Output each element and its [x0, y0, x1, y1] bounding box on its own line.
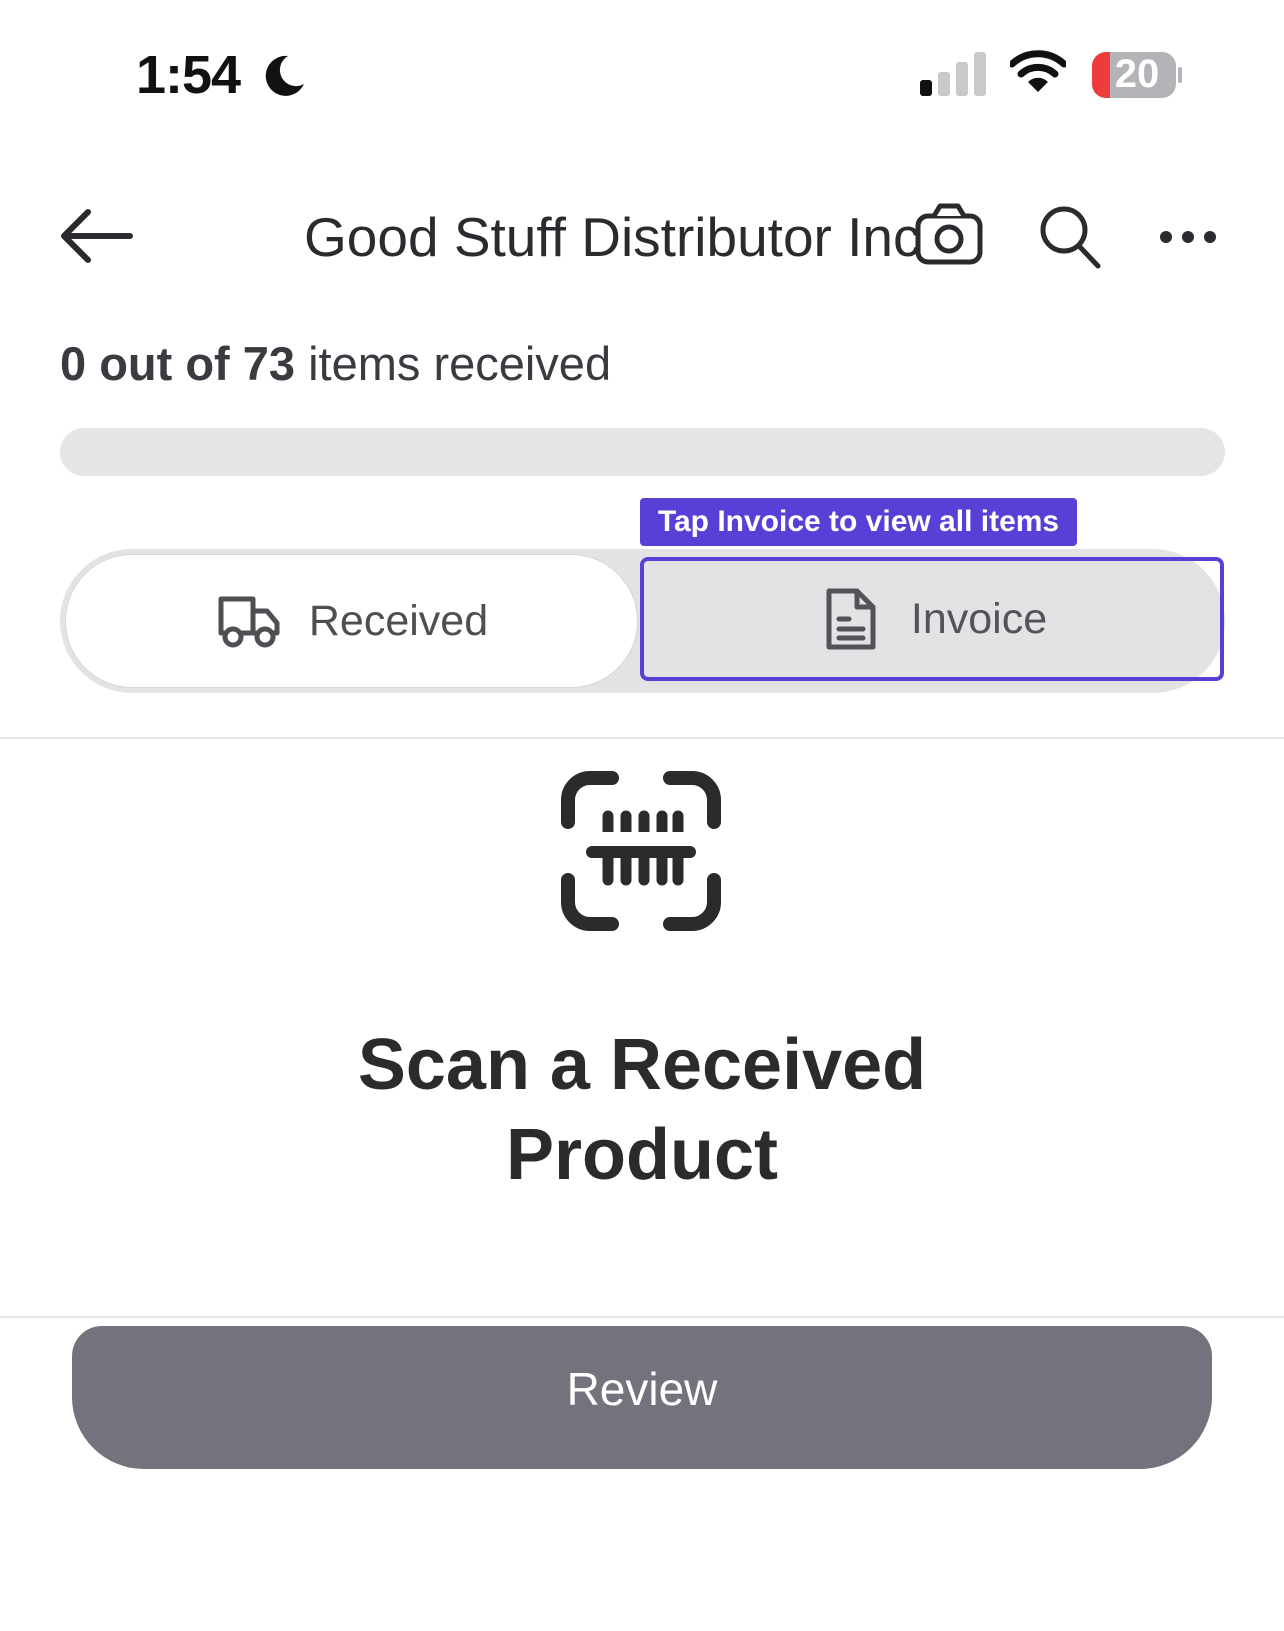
truck-icon [218, 596, 280, 648]
wifi-icon [1010, 50, 1066, 92]
items-received-text: 0 out of 73 items received [60, 336, 611, 391]
more-icon[interactable] [1158, 222, 1218, 252]
back-arrow-icon[interactable] [58, 204, 134, 268]
camera-icon[interactable] [914, 202, 984, 268]
tab-invoice[interactable]: Invoice [640, 557, 1224, 681]
document-icon [826, 588, 876, 650]
tab-received-label: Received [308, 596, 489, 645]
divider [0, 737, 1284, 739]
tab-received[interactable]: Received [66, 555, 637, 687]
barcode-scan-icon [561, 771, 721, 931]
cellular-signal-icon [920, 52, 986, 96]
battery-level: 20 [1114, 52, 1160, 96]
review-button[interactable]: Review [72, 1326, 1212, 1469]
status-time: 1:54 [136, 45, 241, 105]
page-title: Good Stuff Distributor Inc. [304, 206, 936, 268]
scan-title: Scan a Received Product [357, 1025, 927, 1195]
progress-bar [60, 428, 1225, 476]
search-icon[interactable] [1038, 204, 1102, 270]
moon-icon [265, 55, 304, 96]
tab-invoice-label: Invoice [910, 594, 1048, 643]
received-suffix: items received [295, 337, 612, 390]
received-count: 0 out of 73 [60, 337, 296, 390]
divider [0, 1316, 1284, 1318]
invoice-tooltip: Tap Invoice to view all items [640, 498, 1077, 546]
